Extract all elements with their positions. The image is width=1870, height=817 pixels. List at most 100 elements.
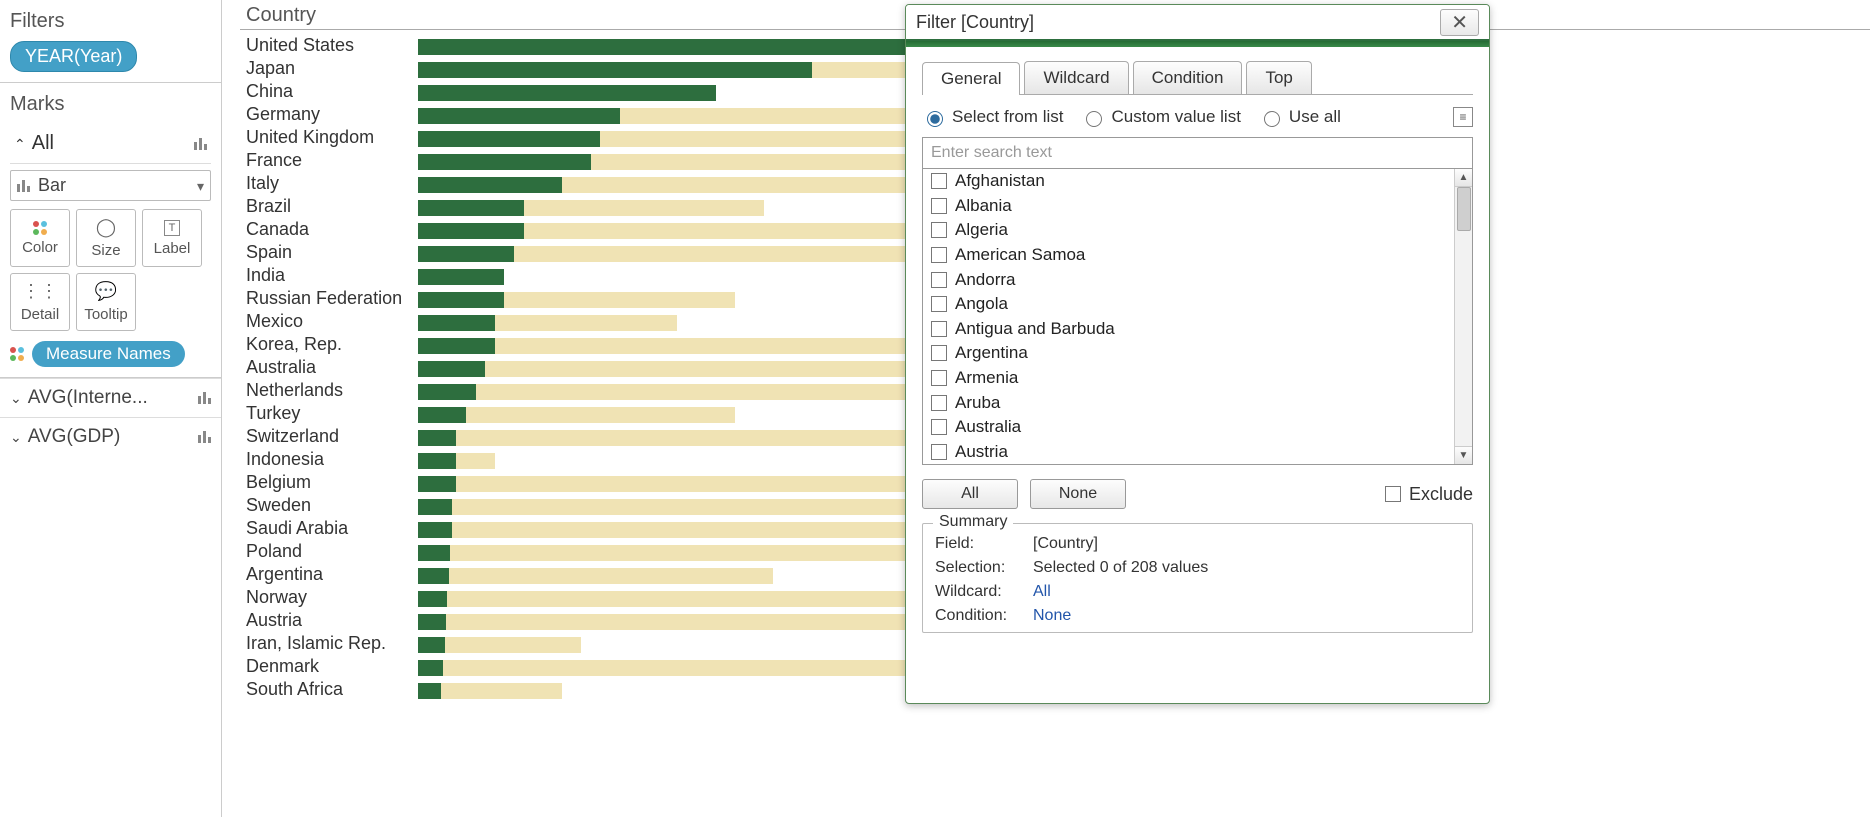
list-item[interactable]: Australia bbox=[923, 415, 1454, 440]
chart-row-label: Germany bbox=[240, 104, 418, 125]
list-item[interactable]: Armenia bbox=[923, 366, 1454, 391]
filter-search-input[interactable] bbox=[923, 138, 1472, 168]
chart-row-label: Iran, Islamic Rep. bbox=[240, 633, 418, 654]
mark-type-select[interactable]: Bar bbox=[10, 170, 211, 201]
mark-type-label: Bar bbox=[38, 175, 66, 196]
scroll-up-icon[interactable]: ▲ bbox=[1455, 169, 1472, 187]
tab-wildcard[interactable]: Wildcard bbox=[1024, 61, 1128, 94]
list-item[interactable]: Afghanistan bbox=[923, 169, 1454, 194]
list-item[interactable]: Angola bbox=[923, 292, 1454, 317]
checkbox-icon bbox=[931, 370, 947, 386]
filters-shelf: Filters YEAR(Year) bbox=[0, 0, 221, 83]
bars-icon bbox=[17, 180, 30, 192]
radio-select-from-list[interactable]: Select from list bbox=[922, 107, 1063, 127]
chart-row-label: Australia bbox=[240, 357, 418, 378]
summary-box: Summary Field:[Country] Selection:Select… bbox=[922, 523, 1473, 633]
chart-row-label: Russian Federation bbox=[240, 288, 418, 309]
marks-tooltip-button[interactable]: 💬 Tooltip bbox=[76, 273, 136, 331]
select-all-button[interactable]: All bbox=[922, 479, 1018, 509]
checkbox-icon bbox=[931, 222, 947, 238]
shelf-row[interactable]: AVG(Interne... bbox=[0, 378, 221, 417]
scrollbar[interactable]: ▲ ▼ bbox=[1454, 169, 1472, 464]
marks-all-row[interactable]: All bbox=[10, 124, 211, 164]
chart-row-label: Mexico bbox=[240, 311, 418, 332]
marks-size-button[interactable]: ◯ Size bbox=[76, 209, 136, 267]
chart-row-label: Indonesia bbox=[240, 449, 418, 470]
checkbox-icon bbox=[931, 296, 947, 312]
list-item[interactable]: Argentina bbox=[923, 341, 1454, 366]
list-item[interactable]: Austria bbox=[923, 440, 1454, 464]
marks-color-button[interactable]: Color bbox=[10, 209, 70, 267]
list-item[interactable]: Andorra bbox=[923, 267, 1454, 292]
chart-row-label: Brazil bbox=[240, 196, 418, 217]
tab-general[interactable]: General bbox=[922, 62, 1020, 95]
chart-row-label: Switzerland bbox=[240, 426, 418, 447]
list-options-icon[interactable]: ≡ bbox=[1453, 107, 1473, 127]
tab-condition[interactable]: Condition bbox=[1133, 61, 1243, 94]
summary-legend: Summary bbox=[933, 513, 1013, 531]
chart-row-label: Canada bbox=[240, 219, 418, 240]
chart-row-label: Belgium bbox=[240, 472, 418, 493]
list-item[interactable]: Algeria bbox=[923, 218, 1454, 243]
chart-row-label: France bbox=[240, 150, 418, 171]
chart-row-label: United Kingdom bbox=[240, 127, 418, 148]
dialog-title: Filter [Country] bbox=[916, 12, 1034, 33]
list-item[interactable]: Antigua and Barbuda bbox=[923, 317, 1454, 342]
checkbox-icon bbox=[931, 198, 947, 214]
chart-row-label: Japan bbox=[240, 58, 418, 79]
color-icon bbox=[10, 347, 24, 361]
checkbox-icon bbox=[931, 444, 947, 460]
size-icon: ◯ bbox=[96, 217, 116, 238]
detail-icon: ⋮⋮ bbox=[22, 281, 58, 302]
filter-pill-year[interactable]: YEAR(Year) bbox=[10, 41, 137, 72]
checkbox-icon bbox=[931, 272, 947, 288]
dialog-tabs: GeneralWildcardConditionTop bbox=[922, 61, 1473, 95]
list-item[interactable]: Aruba bbox=[923, 390, 1454, 415]
chevron-down-icon bbox=[197, 175, 204, 196]
bars-icon bbox=[194, 138, 207, 150]
left-panel: Filters YEAR(Year) Marks All Bar Color ◯… bbox=[0, 0, 222, 817]
chart-row-label: Argentina bbox=[240, 564, 418, 585]
close-button[interactable]: ✕ bbox=[1440, 9, 1479, 36]
list-item[interactable]: American Samoa bbox=[923, 243, 1454, 268]
shelf-row[interactable]: AVG(GDP) bbox=[0, 417, 221, 456]
chart-row-label: Italy bbox=[240, 173, 418, 194]
measure-names-pill[interactable]: Measure Names bbox=[32, 341, 185, 367]
chart-row-label: United States bbox=[240, 35, 418, 56]
list-item[interactable]: Albania bbox=[923, 194, 1454, 219]
chart-row-label: Netherlands bbox=[240, 380, 418, 401]
checkbox-icon bbox=[1385, 486, 1401, 502]
filters-title: Filters bbox=[10, 6, 211, 41]
chart-row-label: Saudi Arabia bbox=[240, 518, 418, 539]
checkbox-icon bbox=[931, 345, 947, 361]
radio-custom-value-list[interactable]: Custom value list bbox=[1081, 107, 1240, 127]
chart-row-label: Spain bbox=[240, 242, 418, 263]
exclude-checkbox[interactable]: Exclude bbox=[1385, 484, 1473, 505]
chart-row-label: Turkey bbox=[240, 403, 418, 424]
chart-row-label: China bbox=[240, 81, 418, 102]
chart-row-label: Denmark bbox=[240, 656, 418, 677]
filter-mode-radios: Select from list Custom value list Use a… bbox=[922, 107, 1473, 127]
marks-all-label: All bbox=[32, 132, 54, 154]
chart-row-label: Sweden bbox=[240, 495, 418, 516]
marks-detail-button[interactable]: ⋮⋮ Detail bbox=[10, 273, 70, 331]
tab-top[interactable]: Top bbox=[1246, 61, 1311, 94]
chart-row-label: Austria bbox=[240, 610, 418, 631]
filter-dialog: Filter [Country] ✕ GeneralWildcardCondit… bbox=[905, 4, 1490, 704]
bars-icon bbox=[198, 431, 211, 443]
chart-row-label: Norway bbox=[240, 587, 418, 608]
checkbox-icon bbox=[931, 321, 947, 337]
marks-title: Marks bbox=[10, 89, 211, 124]
scroll-down-icon[interactable]: ▼ bbox=[1455, 446, 1472, 464]
checkbox-icon bbox=[931, 419, 947, 435]
marks-label-button[interactable]: T Label bbox=[142, 209, 202, 267]
tooltip-icon: 💬 bbox=[95, 281, 117, 302]
marks-card: Marks All Bar Color ◯ Size T Label bbox=[0, 83, 221, 378]
radio-use-all[interactable]: Use all bbox=[1259, 107, 1341, 127]
filter-value-list: AfghanistanAlbaniaAlgeriaAmerican SamoaA… bbox=[922, 169, 1473, 465]
chart-row-label: India bbox=[240, 265, 418, 286]
scroll-thumb[interactable] bbox=[1457, 187, 1471, 231]
dialog-titlebar[interactable]: Filter [Country] ✕ bbox=[906, 5, 1489, 41]
select-none-button[interactable]: None bbox=[1030, 479, 1126, 509]
label-icon: T bbox=[164, 220, 181, 236]
